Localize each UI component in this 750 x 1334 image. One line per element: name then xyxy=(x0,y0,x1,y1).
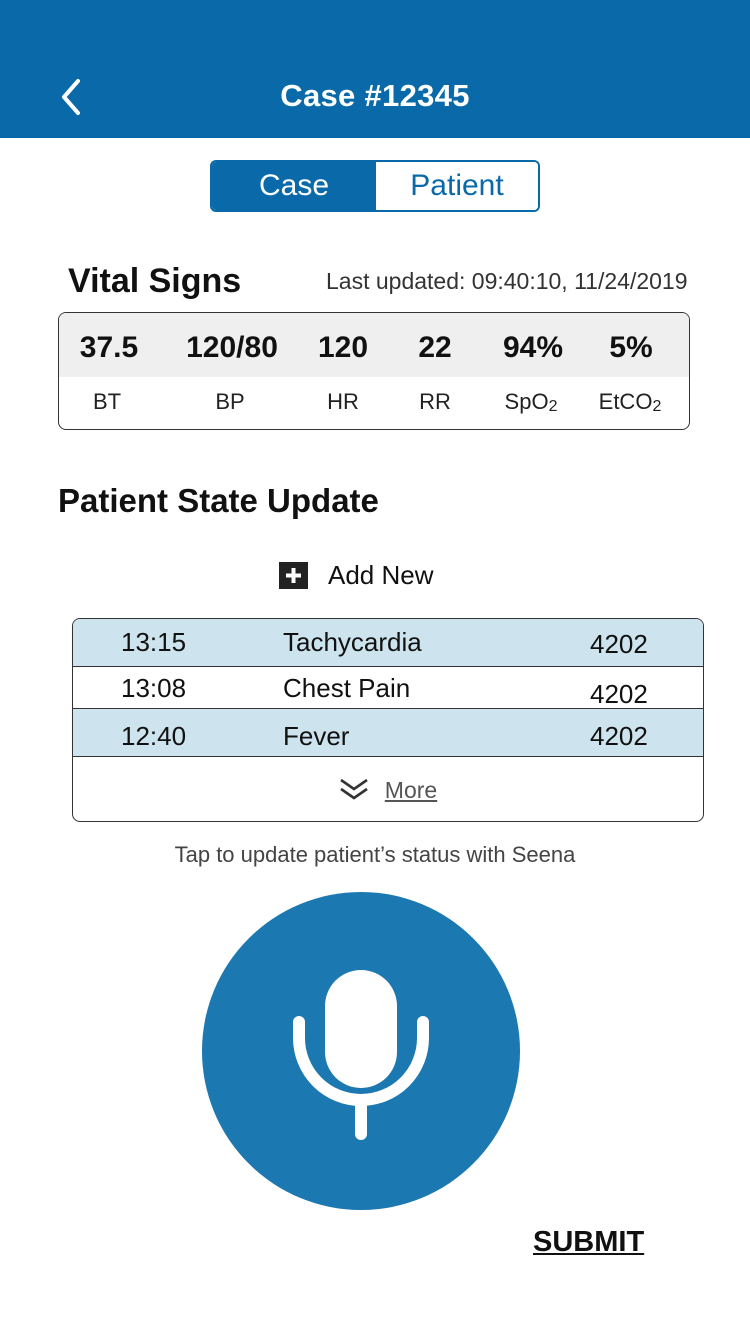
vital-label-spo2: SpO2 xyxy=(504,389,558,415)
page-title: Case #12345 xyxy=(280,78,470,113)
row-time: 13:15 xyxy=(121,627,187,657)
table-row[interactable]: 12:40 Fever 4202 xyxy=(73,709,703,757)
patient-state-heading: Patient State Update xyxy=(58,482,379,519)
vital-label-rr: RR xyxy=(419,389,451,414)
vital-signs-heading: Vital Signs xyxy=(68,262,242,300)
row-code: 4202 xyxy=(590,629,648,659)
vital-value-bt: 37.5 xyxy=(79,331,139,364)
app-header: Case #12345 xyxy=(0,0,750,138)
microphone-icon xyxy=(293,970,429,1140)
vital-value-bp: 120/80 xyxy=(186,331,278,364)
vital-label-bt: BT xyxy=(92,389,122,414)
row-time: 12:40 xyxy=(121,721,187,751)
vital-signs-panel: 37.5 120/80 120 22 94% 5% BT BP HR RR Sp… xyxy=(58,312,690,430)
voice-record-button[interactable] xyxy=(202,892,520,1210)
vital-value-etco2: 5% xyxy=(609,331,653,364)
row-event: Tachycardia xyxy=(283,627,422,657)
more-label: More xyxy=(384,776,438,803)
tab-patient[interactable]: Patient xyxy=(376,162,538,210)
table-row[interactable]: 13:15 Tachycardia 4202 xyxy=(73,619,703,667)
plus-icon xyxy=(279,561,308,589)
vital-value-rr: 22 xyxy=(418,331,452,364)
last-updated-text: Last updated: 09:40:10, 11/24/2019 xyxy=(326,268,688,294)
row-code: 4202 xyxy=(590,679,648,709)
vital-value-hr: 120 xyxy=(317,331,369,364)
row-event: Fever xyxy=(283,721,350,751)
voice-hint-text: Tap to update patient’s status with Seen… xyxy=(174,842,576,867)
double-chevron-down-icon xyxy=(340,778,368,800)
vital-value-spo2: 94% xyxy=(502,331,564,364)
patient-updates-table: 13:15 Tachycardia 4202 13:08 Chest Pain … xyxy=(72,618,704,822)
row-event: Chest Pain xyxy=(283,673,411,703)
vital-values-band xyxy=(59,313,689,377)
row-code: 4202 xyxy=(590,721,648,751)
tab-case[interactable]: Case xyxy=(212,162,376,210)
vital-label-hr: HR xyxy=(327,389,359,414)
table-row[interactable]: 13:08 Chest Pain 4202 xyxy=(73,667,703,709)
more-button[interactable]: More xyxy=(73,759,703,821)
add-new-label: Add New xyxy=(328,559,434,590)
submit-button[interactable]: SUBMIT xyxy=(533,1226,644,1259)
row-time: 13:08 xyxy=(121,673,187,703)
vital-label-etco2: EtCO2 xyxy=(598,389,662,415)
segmented-control: Case Patient xyxy=(210,160,540,212)
vital-label-bp: BP xyxy=(215,389,245,414)
add-new-button[interactable]: Add New xyxy=(279,560,434,590)
